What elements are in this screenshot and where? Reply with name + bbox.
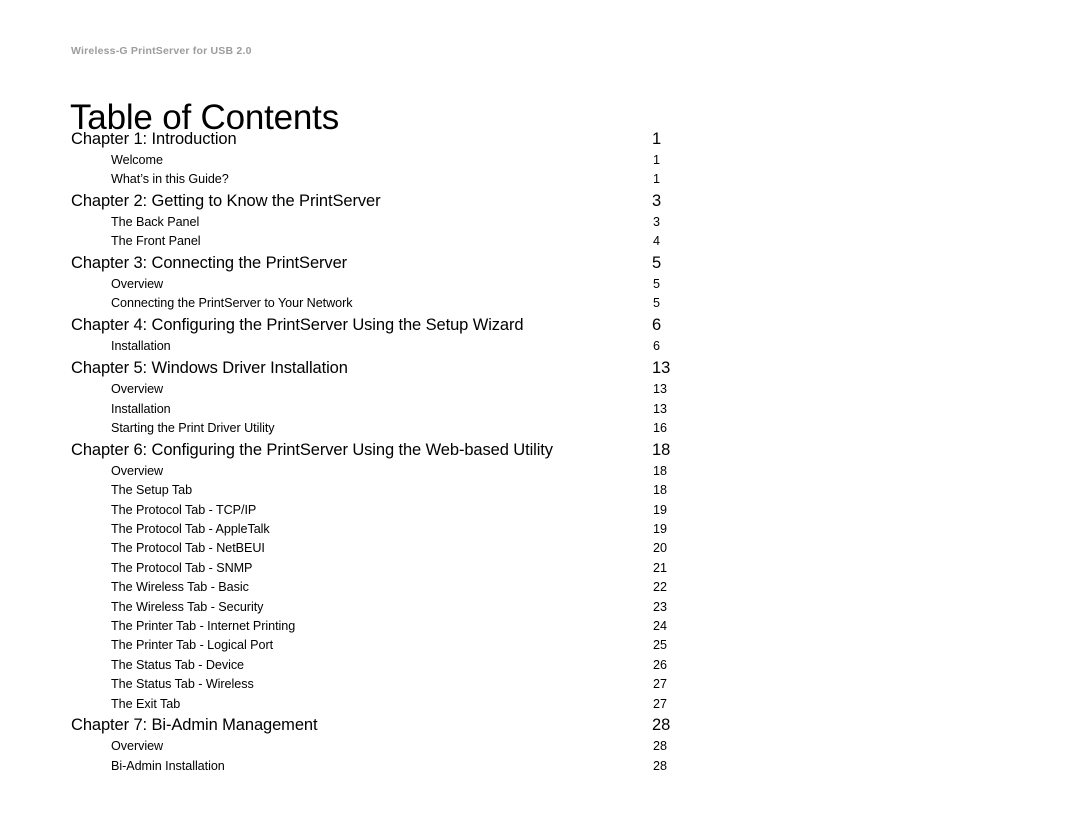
toc-entry-label: The Protocol Tab - AppleTalk [111,522,270,537]
toc-section-row[interactable]: Starting the Print Driver Utility 16 [0,419,1080,438]
toc-entry-label: Chapter 5: Windows Driver Installation [71,359,348,378]
toc-entry-label: Chapter 6: Configuring the PrintServer U… [71,440,553,459]
toc-section-row[interactable]: Installation 6 [0,337,1080,356]
toc-section-row[interactable]: Installation 13 [0,400,1080,419]
toc-entry-label: Connecting the PrintServer to Your Netwo… [111,296,353,311]
toc-entry-page-number: 18 [653,463,667,478]
toc-section-row[interactable]: Bi-Admin Installation 28 [0,757,1080,776]
toc-section-row[interactable]: Overview 13 [0,380,1080,399]
toc-entry-page-number: 28 [653,758,667,773]
toc-entry-page-number: 6 [653,339,660,354]
toc-entry-label: Overview [111,739,164,754]
running-header: Wireless-G PrintServer for USB 2.0 [71,45,252,57]
toc-entry-label: The Status Tab - Device [111,657,245,672]
toc-entry-page-number: 18 [652,440,671,459]
toc-section-row[interactable]: The Protocol Tab - TCP/IP 19 [0,501,1080,520]
toc-section-row[interactable]: Connecting the PrintServer to Your Netwo… [0,294,1080,313]
toc-chapter-row[interactable]: Chapter 5: Windows Driver Installation 13 [0,358,1080,380]
toc-section-row[interactable]: The Front Panel 4 [0,232,1080,251]
toc-entry-page-number: 6 [652,316,662,335]
toc-entry-label: The Exit Tab [111,696,181,711]
toc-entry-label: The Printer Tab - Internet Printing [111,619,296,634]
toc-entry-label: Starting the Print Driver Utility [111,421,275,436]
toc-entry-page-number: 4 [653,234,660,249]
toc-entry-page-number: 19 [653,502,667,517]
toc-section-row[interactable]: The Protocol Tab - SNMP 21 [0,559,1080,578]
toc-entry-page-number: 26 [653,657,667,672]
toc-entry-page-number: 1 [652,129,662,148]
toc-entry-page-number: 13 [652,359,671,378]
toc-entry-label: The Front Panel [111,234,201,249]
toc-entry-label: Welcome [111,152,163,167]
toc-entry-page-number: 16 [653,421,667,436]
toc-entry-label: What’s in this Guide? [111,171,229,186]
toc-chapter-row[interactable]: Chapter 3: Connecting the PrintServer 5 [0,253,1080,275]
toc-entry-label: The Protocol Tab - SNMP [111,560,253,575]
toc-entry-label: Chapter 7: Bi-Admin Management [71,716,318,735]
toc-entry-label: The Back Panel [111,214,200,229]
toc-section-row[interactable]: The Printer Tab - Logical Port 25 [0,636,1080,655]
toc-entry-page-number: 1 [653,152,660,167]
toc-entry-page-number: 13 [653,401,667,416]
toc-entry-page-number: 5 [653,296,660,311]
toc-section-row[interactable]: The Printer Tab - Internet Printing 24 [0,617,1080,636]
toc-entry-page-number: 1 [653,171,660,186]
toc-entry-page-number: 21 [653,560,667,575]
toc-entry-label: The Wireless Tab - Security [111,599,264,614]
toc-chapter-row[interactable]: Chapter 7: Bi-Admin Management 28 [0,715,1080,737]
toc-entry-page-number: 19 [653,522,667,537]
toc-entry-label: Chapter 1: Introduction [71,129,237,148]
toc-entry-label: Chapter 4: Configuring the PrintServer U… [71,316,524,335]
toc-entry-page-number: 20 [653,541,667,556]
toc-entry-label: The Protocol Tab - NetBEUI [111,541,265,556]
toc-chapter-row[interactable]: Chapter 1: Introduction 1 [0,129,1080,151]
toc-entry-page-number: 5 [653,277,660,292]
toc-section-row[interactable]: The Wireless Tab - Security 23 [0,598,1080,617]
toc-entry-page-number: 3 [653,214,660,229]
toc-entry-page-number: 25 [653,638,667,653]
toc-entry-page-number: 22 [653,580,667,595]
toc-entry-label: The Setup Tab [111,483,193,498]
toc-section-row[interactable]: What’s in this Guide? 1 [0,170,1080,189]
toc-entry-label: Installation [111,401,171,416]
table-of-contents: Chapter 1: Introduction 1 Welcome 1 What’s i… [0,127,1080,776]
toc-entry-page-number: 23 [653,599,667,614]
toc-section-row[interactable]: The Wireless Tab - Basic 22 [0,578,1080,597]
toc-entry-page-number: 5 [652,254,662,273]
toc-entry-label: Overview [111,463,164,478]
toc-section-row[interactable]: The Setup Tab 18 [0,481,1080,500]
toc-section-row[interactable]: The Protocol Tab - AppleTalk 19 [0,520,1080,539]
toc-entry-label: Overview [111,382,164,397]
toc-section-row[interactable]: The Status Tab - Wireless 27 [0,675,1080,694]
toc-entry-label: Overview [111,277,164,292]
toc-entry-label: The Status Tab - Wireless [111,677,254,692]
toc-entry-page-number: 13 [653,382,667,397]
toc-section-row[interactable]: Overview 5 [0,275,1080,294]
toc-entry-page-number: 28 [653,739,667,754]
toc-section-row[interactable]: The Back Panel 3 [0,213,1080,232]
toc-entry-page-number: 27 [653,696,667,711]
toc-section-row[interactable]: The Status Tab - Device 26 [0,656,1080,675]
toc-entry-label: Installation [111,339,171,354]
toc-entry-page-number: 18 [653,483,667,498]
toc-section-row[interactable]: Welcome 1 [0,151,1080,170]
toc-section-row[interactable]: Overview 18 [0,462,1080,481]
toc-chapter-row[interactable]: Chapter 4: Configuring the PrintServer U… [0,315,1080,337]
toc-chapter-row[interactable]: Chapter 6: Configuring the PrintServer U… [0,440,1080,462]
toc-entry-label: The Wireless Tab - Basic [111,580,249,595]
toc-chapter-row[interactable]: Chapter 2: Getting to Know the PrintServ… [0,191,1080,213]
toc-section-row[interactable]: The Protocol Tab - NetBEUI 20 [0,539,1080,558]
toc-section-row[interactable]: The Exit Tab 27 [0,695,1080,714]
toc-entry-page-number: 28 [652,716,671,735]
toc-entry-label: Bi-Admin Installation [111,758,225,773]
toc-entry-label: Chapter 3: Connecting the PrintServer [71,254,348,273]
toc-entry-page-number: 24 [653,619,667,634]
toc-section-row[interactable]: Overview 28 [0,737,1080,756]
toc-entry-label: Chapter 2: Getting to Know the PrintServ… [71,191,381,210]
toc-entry-label: The Printer Tab - Logical Port [111,638,274,653]
document-page: Wireless-G PrintServer for USB 2.0 Table… [0,0,1080,834]
toc-entry-label: The Protocol Tab - TCP/IP [111,502,257,517]
toc-entry-page-number: 3 [652,191,662,210]
toc-entry-page-number: 27 [653,677,667,692]
